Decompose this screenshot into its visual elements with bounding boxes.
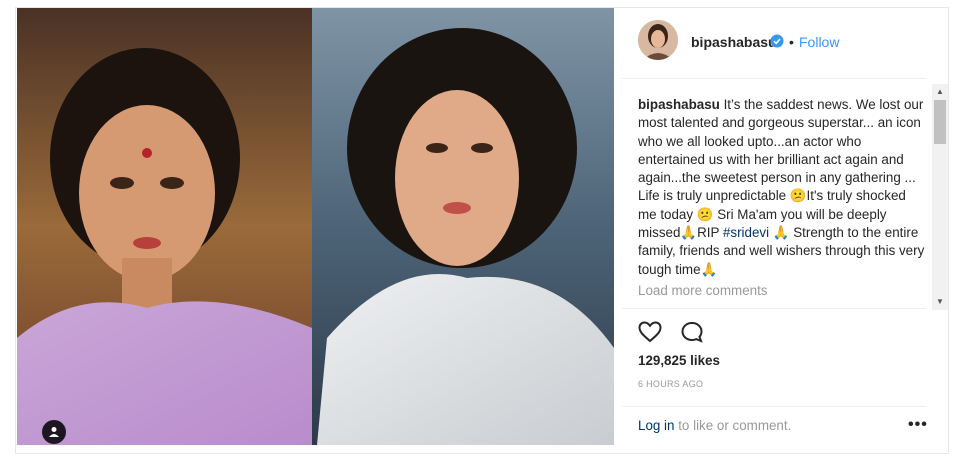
- post-photo-illustration: [17, 8, 614, 445]
- avatar[interactable]: [638, 20, 678, 60]
- likes-count[interactable]: 129,825 likes: [638, 353, 720, 368]
- scroll-up-icon[interactable]: ▲: [932, 84, 948, 100]
- sad-emoji: 😕: [789, 188, 807, 204]
- post-image[interactable]: [17, 8, 614, 445]
- load-more-comments-button[interactable]: Load more comments: [638, 283, 768, 298]
- heart-icon[interactable]: [638, 321, 662, 343]
- comment-icon[interactable]: [680, 321, 704, 343]
- caption: bipashabasu It’s the saddest news. We lo…: [638, 96, 928, 300]
- post-timestamp[interactable]: 6 HOURS AGO: [638, 379, 703, 389]
- post-sidebar: bipashabasu • Follow bipashabasu It’s th…: [622, 8, 948, 454]
- hashtag-link[interactable]: #sridevi: [723, 225, 769, 240]
- caption-username[interactable]: bipashabasu: [638, 97, 720, 112]
- actions-divider: [622, 308, 926, 310]
- login-link[interactable]: Log in: [638, 418, 674, 433]
- username-link[interactable]: bipashabasu: [691, 34, 777, 50]
- pray-emoji: 🙏: [769, 225, 790, 241]
- pray-emoji: 🙏: [680, 225, 698, 241]
- caption-text-4: RIP: [697, 225, 723, 241]
- login-prompt-text: to like or comment.: [674, 418, 792, 433]
- login-divider: [622, 406, 926, 407]
- post-header: bipashabasu • Follow: [622, 8, 926, 79]
- sad-emoji: 😕: [696, 206, 714, 222]
- scroll-down-icon[interactable]: ▼: [932, 294, 948, 310]
- pray-emoji: 🙏: [700, 261, 718, 277]
- user-tag-button[interactable]: [42, 420, 66, 444]
- verified-badge-icon: [770, 34, 784, 48]
- scrollbar-thumb[interactable]: [934, 100, 946, 144]
- separator-dot: •: [789, 34, 794, 50]
- more-options-button[interactable]: •••: [908, 416, 928, 434]
- follow-button[interactable]: Follow: [799, 34, 839, 50]
- user-tag-icon: [49, 427, 59, 437]
- avatar-image: [638, 20, 678, 60]
- login-prompt: Log in to like or comment.: [638, 418, 791, 433]
- comments-scrollbar[interactable]: ▲ ▼: [932, 84, 948, 310]
